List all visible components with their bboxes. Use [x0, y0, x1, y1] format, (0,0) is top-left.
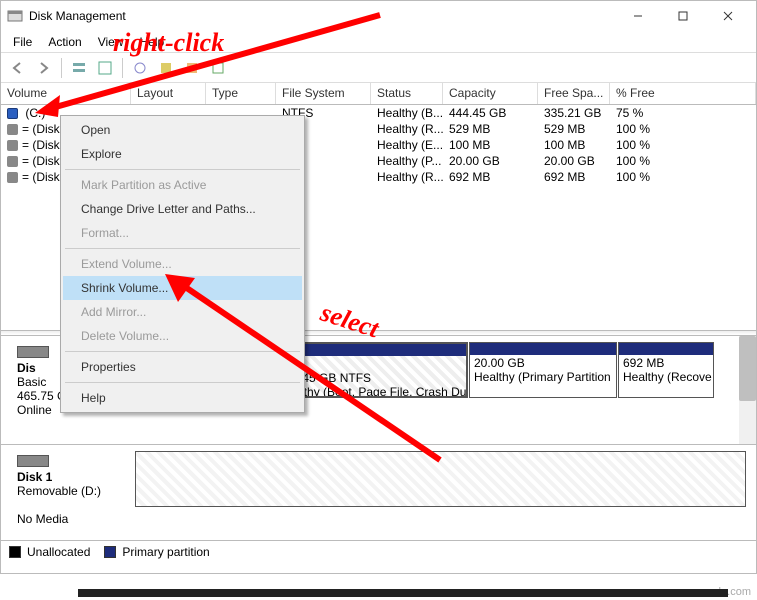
col-type[interactable]: Type	[206, 83, 276, 104]
ctx-properties[interactable]: Properties	[63, 355, 302, 379]
p4-size: 20.00 GB	[474, 356, 525, 370]
column-headers: Volume Layout Type File System Status Ca…	[1, 83, 756, 105]
ctx-mark-active: Mark Partition as Active	[63, 173, 302, 197]
unallocated-swatch	[9, 546, 21, 558]
col-pctfree[interactable]: % Free	[610, 83, 756, 104]
ctx-open[interactable]: Open	[63, 118, 302, 142]
p5-size: 692 MB	[623, 356, 664, 370]
col-filesystem[interactable]: File System	[276, 83, 371, 104]
p5-health: Healthy (Recove	[623, 370, 712, 384]
minimize-button[interactable]	[615, 2, 660, 30]
partition-4[interactable]: 20.00 GBHealthy (Primary Partition	[469, 342, 617, 398]
toolbar	[1, 53, 756, 83]
menu-help[interactable]: Help	[134, 33, 171, 51]
disk0-size: 465.75	[17, 389, 54, 403]
refresh-button[interactable]	[94, 57, 116, 79]
legend: Unallocated Primary partition	[1, 540, 756, 562]
context-menu: Open Explore Mark Partition as Active Ch…	[60, 115, 305, 413]
p3-health: Healthy (Boot, Page File, Crash Dum	[279, 385, 466, 398]
col-capacity[interactable]: Capacity	[443, 83, 538, 104]
ctx-mirror: Add Mirror...	[63, 300, 302, 324]
disk-mgmt-icon	[7, 8, 23, 24]
bottom-shadow	[78, 589, 728, 597]
titlebar: Disk Management	[1, 1, 756, 31]
menu-action[interactable]: Action	[42, 33, 87, 51]
disk1-type: Removable (D:)	[17, 484, 129, 498]
menubar: File Action View Help	[1, 31, 756, 53]
ctx-delete: Delete Volume...	[63, 324, 302, 348]
primary-swatch	[104, 546, 116, 558]
col-freespace[interactable]: Free Spa...	[538, 83, 610, 104]
disk-icon	[17, 455, 49, 467]
disk1-state: No Media	[17, 512, 129, 526]
ctx-format: Format...	[63, 221, 302, 245]
maximize-button[interactable]	[660, 2, 705, 30]
back-button[interactable]	[7, 57, 29, 79]
help-button[interactable]	[129, 57, 151, 79]
ctx-explore[interactable]: Explore	[63, 142, 302, 166]
tb-icon-1[interactable]	[155, 57, 177, 79]
disk-icon	[17, 346, 49, 358]
views-button[interactable]	[68, 57, 90, 79]
ctx-extend: Extend Volume...	[63, 252, 302, 276]
tb-icon-3[interactable]	[207, 57, 229, 79]
legend-unallocated: Unallocated	[27, 545, 90, 559]
disk1-info: Disk 1 Removable (D:) No Media	[11, 451, 135, 534]
window-title: Disk Management	[29, 9, 615, 23]
menu-view[interactable]: View	[92, 33, 130, 51]
disk1-name: Disk 1	[17, 470, 129, 484]
partition-5[interactable]: 692 MBHealthy (Recove	[618, 342, 714, 398]
menu-file[interactable]: File	[7, 33, 38, 51]
disk1-panel: Disk 1 Removable (D:) No Media	[1, 445, 756, 540]
ctx-shrink[interactable]: Shrink Volume...	[63, 276, 302, 300]
close-button[interactable]	[705, 2, 750, 30]
col-volume[interactable]: Volume	[1, 83, 131, 104]
ctx-change-letter[interactable]: Change Drive Letter and Paths...	[63, 197, 302, 221]
legend-primary: Primary partition	[122, 545, 209, 559]
no-media-box[interactable]	[135, 451, 746, 507]
scrollbar[interactable]	[739, 336, 756, 444]
forward-button[interactable]	[33, 57, 55, 79]
col-layout[interactable]: Layout	[131, 83, 206, 104]
ctx-help[interactable]: Help	[63, 386, 302, 410]
col-status[interactable]: Status	[371, 83, 443, 104]
tb-icon-2[interactable]	[181, 57, 203, 79]
p4-health: Healthy (Primary Partition	[474, 370, 611, 384]
